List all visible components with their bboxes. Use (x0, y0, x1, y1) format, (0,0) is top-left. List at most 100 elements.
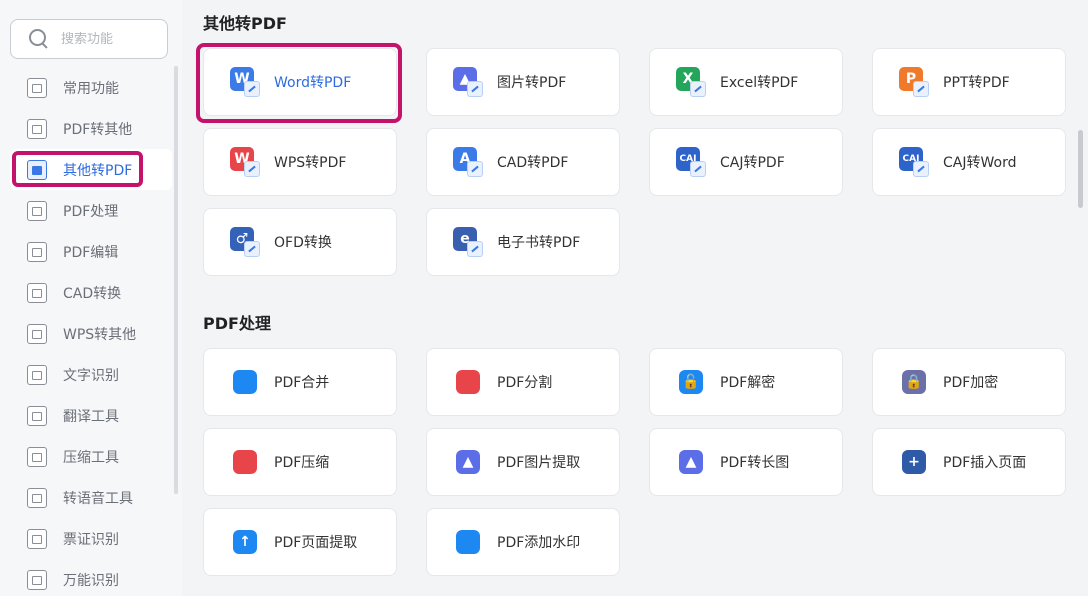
cad-convert-icon (27, 282, 47, 303)
sidebar-item-label: 转语音工具 (63, 490, 133, 507)
common-tools-icon (27, 77, 47, 98)
tool-card-label: OFD转换 (274, 235, 332, 251)
pdf-encrypt-icon: 🔒 (899, 367, 929, 397)
tool-card[interactable]: PDF合并 (203, 348, 397, 416)
sidebar-item[interactable]: CAD转换 (10, 272, 172, 313)
sidebar-item[interactable]: 万能识别 (10, 559, 172, 596)
tool-card[interactable]: A CAD转PDF (426, 128, 620, 196)
tool-card[interactable]: PDF分割 (426, 348, 620, 416)
sidebar: 常用功能PDF转其他其他转PDFPDF处理PDF编辑CAD转换WPS转其他文字识… (0, 0, 182, 596)
sidebar-item[interactable]: PDF编辑 (10, 231, 172, 272)
main-scrollbar[interactable] (1078, 130, 1083, 208)
tool-card-label: PDF解密 (720, 375, 776, 391)
ticket-recognition-icon (27, 528, 47, 549)
sidebar-item[interactable]: 翻译工具 (10, 395, 172, 436)
section-title: 其他转PDF (203, 14, 287, 33)
pdf-page-extract-icon: ↑ (230, 527, 260, 557)
tool-card-label: 图片转PDF (497, 75, 567, 91)
tool-card[interactable]: ▲ PDF图片提取 (426, 428, 620, 496)
tool-card[interactable]: CAJ CAJ转PDF (649, 128, 843, 196)
sidebar-item[interactable]: PDF处理 (10, 190, 172, 231)
pdf-watermark-icon (453, 527, 483, 557)
tool-card-label: PDF压缩 (274, 455, 330, 471)
ofd-convert-icon: ♂ (230, 227, 260, 257)
tool-card[interactable]: 🔒 PDF加密 (872, 348, 1066, 416)
search-icon (29, 29, 49, 49)
ocr-icon (27, 364, 47, 385)
active-item-highlight (12, 151, 143, 187)
search-input[interactable] (61, 31, 151, 47)
pdf-split-icon (453, 367, 483, 397)
sidebar-item-label: PDF编辑 (63, 244, 119, 261)
tool-card[interactable]: ↑ PDF页面提取 (203, 508, 397, 576)
caj-to-pdf-icon: CAJ (676, 147, 706, 177)
tool-card-label: CAD转PDF (497, 155, 569, 171)
sidebar-item[interactable]: PDF转其他 (10, 108, 172, 149)
tool-card[interactable]: ▲ 图片转PDF (426, 48, 620, 116)
pdf-to-other-icon (27, 118, 47, 139)
cad-to-pdf-icon: A (453, 147, 483, 177)
tool-card[interactable]: X Excel转PDF (649, 48, 843, 116)
tool-card-label: WPS转PDF (274, 155, 347, 171)
tool-card[interactable]: W WPS转PDF (203, 128, 397, 196)
tool-card[interactable]: + PDF插入页面 (872, 428, 1066, 496)
pdf-image-extract-icon: ▲ (453, 447, 483, 477)
sidebar-item[interactable]: 转语音工具 (10, 477, 172, 518)
selected-card-highlight (196, 43, 402, 123)
tool-card-label: PDF加密 (943, 375, 999, 391)
tool-card[interactable]: PDF压缩 (203, 428, 397, 496)
sidebar-item[interactable]: 文字识别 (10, 354, 172, 395)
section-title: PDF处理 (203, 314, 271, 333)
sidebar-item[interactable]: 常用功能 (10, 67, 172, 108)
universal-recognition-icon (27, 569, 47, 590)
pdf-merge-icon (230, 367, 260, 397)
search-box[interactable] (10, 19, 168, 59)
image-to-pdf-icon: ▲ (453, 67, 483, 97)
tool-card[interactable]: 🔓 PDF解密 (649, 348, 843, 416)
tool-card[interactable]: PDF添加水印 (426, 508, 620, 576)
sidebar-item-label: 翻译工具 (63, 408, 119, 425)
tool-card-label: CAJ转Word (943, 155, 1017, 171)
tool-card-label: PDF图片提取 (497, 455, 581, 471)
tool-card-label: PDF分割 (497, 375, 553, 391)
ppt-to-pdf-icon: P (899, 67, 929, 97)
sidebar-item-label: 常用功能 (63, 80, 119, 97)
pdf-decrypt-icon: 🔓 (676, 367, 706, 397)
pdf-compress-icon (230, 447, 260, 477)
excel-to-pdf-icon: X (676, 67, 706, 97)
pdf-to-long-image-icon: ▲ (676, 447, 706, 477)
tool-card[interactable]: e 电子书转PDF (426, 208, 620, 276)
tool-card[interactable]: ▲ PDF转长图 (649, 428, 843, 496)
sidebar-item-label: 压缩工具 (63, 449, 119, 466)
tool-card[interactable]: CAJ CAJ转Word (872, 128, 1066, 196)
sidebar-scrollbar[interactable] (174, 66, 178, 494)
sidebar-item-label: CAD转换 (63, 285, 122, 302)
tool-card-label: PDF页面提取 (274, 535, 358, 551)
tool-card-label: Excel转PDF (720, 75, 799, 91)
sidebar-item-label: PDF转其他 (63, 121, 133, 138)
translate-icon (27, 405, 47, 426)
tool-card-label: PPT转PDF (943, 75, 1010, 91)
sidebar-item-label: 万能识别 (63, 572, 119, 589)
sidebar-item[interactable]: 压缩工具 (10, 436, 172, 477)
main-content: 其他转PDF W Word转PDF ▲ 图片转PDF X Excel转PDF P PPT转PDF… (182, 0, 1088, 596)
tool-card-label: PDF插入页面 (943, 455, 1027, 471)
wps-to-other-icon (27, 323, 47, 344)
pdf-process-icon (27, 200, 47, 221)
sidebar-item-label: 票证识别 (63, 531, 119, 548)
wps-to-pdf-icon: W (230, 147, 260, 177)
sidebar-item[interactable]: 票证识别 (10, 518, 172, 559)
sidebar-item-label: PDF处理 (63, 203, 119, 220)
pdf-edit-icon (27, 241, 47, 262)
tool-card[interactable]: ♂ OFD转换 (203, 208, 397, 276)
text-to-speech-icon (27, 487, 47, 508)
sidebar-item[interactable]: WPS转其他 (10, 313, 172, 354)
compress-icon (27, 446, 47, 467)
tool-card-label: 电子书转PDF (497, 235, 581, 251)
tool-card-label: PDF合并 (274, 375, 330, 391)
ebook-to-pdf-icon: e (453, 227, 483, 257)
tool-card[interactable]: P PPT转PDF (872, 48, 1066, 116)
sidebar-item-label: WPS转其他 (63, 326, 137, 343)
sidebar-item-label: 文字识别 (63, 367, 119, 384)
tool-card-label: PDF添加水印 (497, 535, 581, 551)
